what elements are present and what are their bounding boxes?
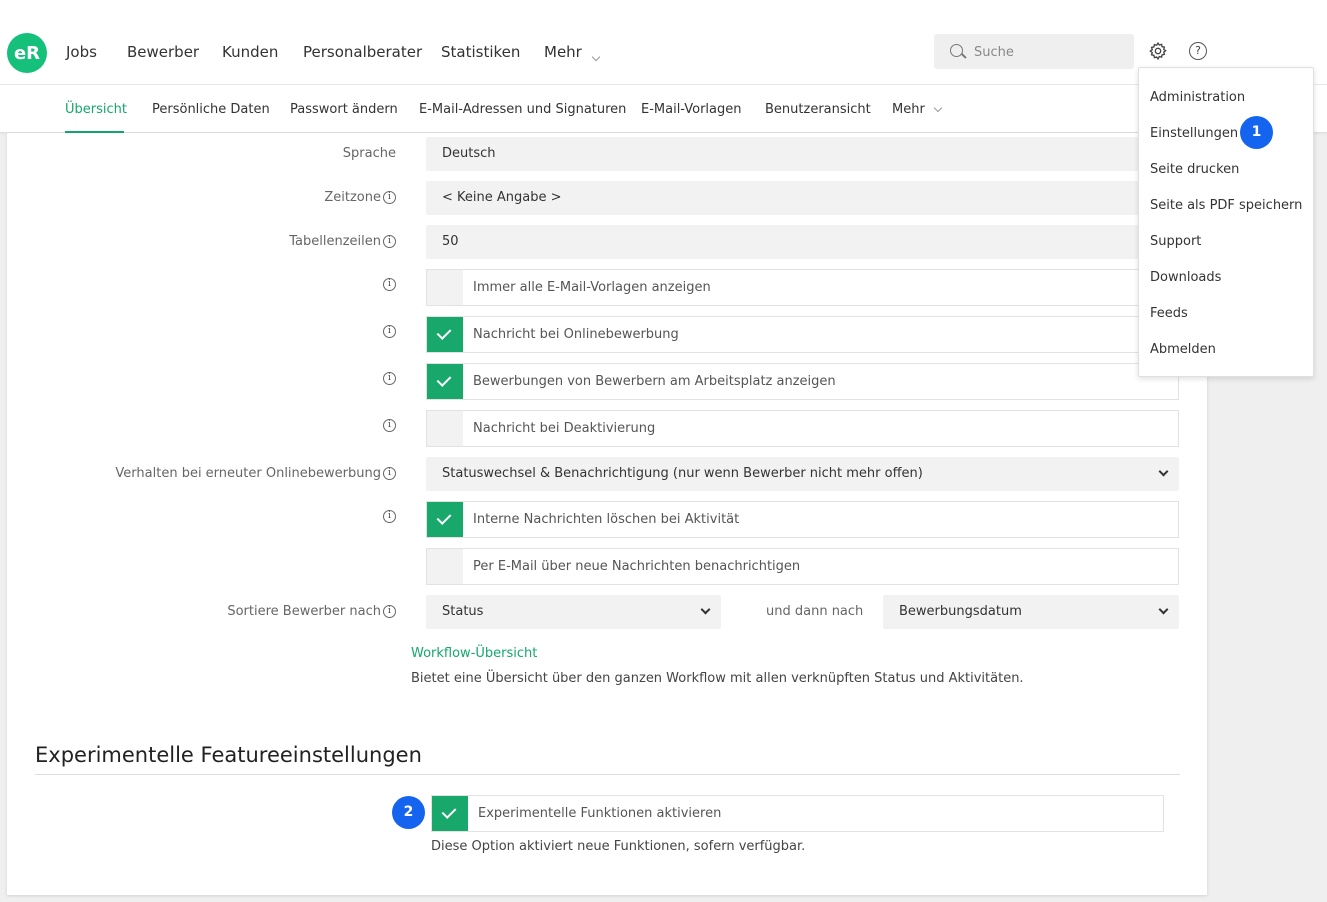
checkbox[interactable] bbox=[427, 549, 463, 584]
zeitzone-select[interactable]: < Keine Angabe > bbox=[426, 181, 1179, 215]
section-title: Experimentelle Featureeinstellungen bbox=[35, 743, 422, 767]
verhalten-label: Verhalten bei erneuter Onlinebewerbung i bbox=[115, 466, 396, 481]
checkbox-label: Experimentelle Funktionen aktivieren bbox=[478, 806, 722, 821]
tabellenzeilen-label: Tabellenzeilen i bbox=[289, 234, 396, 249]
chevron-down-icon bbox=[1158, 466, 1169, 477]
nav-statistiken[interactable]: Statistiken bbox=[441, 43, 520, 61]
chevron-down-icon[interactable] bbox=[591, 46, 601, 64]
help-icon[interactable]: ? bbox=[1189, 42, 1207, 60]
nav-mehr[interactable]: Mehr bbox=[544, 43, 582, 61]
zeitzone-label: Zeitzone i bbox=[324, 190, 396, 205]
info-icon[interactable]: i bbox=[383, 419, 396, 432]
checkbox-label: Nachricht bei Onlinebewerbung bbox=[473, 327, 679, 342]
info-icon[interactable]: i bbox=[383, 510, 396, 523]
checkbox[interactable] bbox=[427, 364, 463, 399]
tab-passwort-aendern[interactable]: Passwort ändern bbox=[290, 102, 398, 117]
search-box[interactable] bbox=[934, 34, 1134, 69]
search-input[interactable] bbox=[974, 42, 1124, 62]
checkbox-label: Nachricht bei Deaktivierung bbox=[473, 421, 656, 436]
checkbox-row-email-vorlagen[interactable]: Immer alle E-Mail-Vorlagen anzeigen bbox=[426, 269, 1179, 306]
workflow-description: Bietet eine Übersicht über den ganzen Wo… bbox=[411, 671, 1024, 686]
step-badge-1: 1 bbox=[1240, 116, 1273, 149]
sprache-label: Sprache bbox=[342, 146, 396, 161]
section-divider bbox=[35, 774, 1180, 775]
workflow-link[interactable]: Workflow-Übersicht bbox=[411, 646, 537, 661]
sub-navigation: Übersicht Persönliche Daten Passwort änd… bbox=[0, 85, 1327, 133]
settings-card: Sprache Deutsch Zeitzone i < Keine Angabe… bbox=[7, 133, 1207, 895]
checkbox-row-email-benachrichtigen[interactable]: Per E-Mail über neue Nachrichten benachr… bbox=[426, 548, 1179, 585]
chevron-down-icon[interactable] bbox=[933, 100, 943, 115]
tab-email-adressen[interactable]: E-Mail-Adressen und Signaturen bbox=[419, 102, 626, 117]
info-icon[interactable]: i bbox=[383, 278, 396, 291]
menu-item-support[interactable]: Support bbox=[1150, 234, 1201, 249]
menu-item-einstellungen[interactable]: Einstellungen bbox=[1150, 126, 1238, 141]
chevron-down-icon bbox=[1158, 604, 1169, 615]
verhalten-select[interactable]: Statuswechsel & Benachrichtigung (nur we… bbox=[426, 457, 1179, 491]
checkbox-label: Per E-Mail über neue Nachrichten benachr… bbox=[473, 559, 801, 574]
info-icon[interactable]: i bbox=[383, 372, 396, 385]
nav-personalberater[interactable]: Personalberater bbox=[303, 43, 422, 61]
checkbox[interactable] bbox=[427, 502, 463, 537]
checkbox-row-arbeitsplatz[interactable]: Bewerbungen von Bewerbern am Arbeitsplat… bbox=[426, 363, 1179, 400]
sortiere-label: Sortiere Bewerber nach i bbox=[227, 604, 396, 619]
checkbox-row-onlinebewerbung[interactable]: Nachricht bei Onlinebewerbung bbox=[426, 316, 1179, 353]
search-icon bbox=[950, 44, 963, 57]
tab-persoenliche-daten[interactable]: Persönliche Daten bbox=[152, 102, 270, 117]
chevron-down-icon bbox=[700, 604, 711, 615]
checkbox-row-deaktivierung[interactable]: Nachricht bei Deaktivierung bbox=[426, 410, 1179, 447]
top-navigation: eR Jobs Bewerber Kunden Personalberater … bbox=[0, 0, 1327, 85]
info-icon[interactable]: i bbox=[383, 605, 396, 618]
gear-icon[interactable] bbox=[1148, 41, 1168, 61]
tab-mehr[interactable]: Mehr bbox=[892, 102, 925, 117]
nav-bewerber[interactable]: Bewerber bbox=[127, 43, 199, 61]
nav-kunden[interactable]: Kunden bbox=[222, 43, 278, 61]
checkbox[interactable] bbox=[427, 411, 463, 446]
info-icon[interactable]: i bbox=[383, 325, 396, 338]
checkbox[interactable] bbox=[427, 317, 463, 352]
tabellenzeilen-input[interactable]: 50 bbox=[426, 225, 1179, 259]
menu-item-abmelden[interactable]: Abmelden bbox=[1150, 342, 1216, 357]
info-icon[interactable]: i bbox=[383, 191, 396, 204]
verhalten-value: Statuswechsel & Benachrichtigung (nur we… bbox=[442, 466, 923, 481]
settings-dropdown-menu: Administration Einstellungen Seite druck… bbox=[1138, 67, 1314, 377]
checkbox-label: Interne Nachrichten löschen bei Aktivitä… bbox=[473, 512, 740, 527]
tab-email-vorlagen[interactable]: E-Mail-Vorlagen bbox=[641, 102, 742, 117]
tab-uebersicht[interactable]: Übersicht bbox=[65, 102, 127, 117]
menu-item-feeds[interactable]: Feeds bbox=[1150, 306, 1188, 321]
checkbox-row-experimental[interactable]: Experimentelle Funktionen aktivieren bbox=[431, 795, 1164, 832]
app-logo[interactable]: eR bbox=[7, 33, 47, 73]
experimental-description: Diese Option aktiviert neue Funktionen, … bbox=[431, 839, 806, 854]
nav-jobs[interactable]: Jobs bbox=[66, 43, 97, 61]
sprache-select[interactable]: Deutsch bbox=[426, 137, 1179, 171]
menu-item-administration[interactable]: Administration bbox=[1150, 90, 1245, 105]
und-dann-value: Bewerbungsdatum bbox=[899, 604, 1022, 619]
sortiere-value: Status bbox=[442, 604, 484, 619]
checkbox[interactable] bbox=[427, 270, 463, 305]
checkbox-row-interne-nachrichten[interactable]: Interne Nachrichten löschen bei Aktivitä… bbox=[426, 501, 1179, 538]
und-dann-select[interactable]: Bewerbungsdatum bbox=[883, 595, 1179, 629]
info-icon[interactable]: i bbox=[383, 467, 396, 480]
menu-item-pdf-speichern[interactable]: Seite als PDF speichern bbox=[1150, 198, 1302, 213]
checkbox[interactable] bbox=[432, 796, 468, 831]
sortiere-select[interactable]: Status bbox=[426, 595, 721, 629]
info-icon[interactable]: i bbox=[383, 235, 396, 248]
checkbox-label: Immer alle E-Mail-Vorlagen anzeigen bbox=[473, 280, 711, 295]
menu-item-seite-drucken[interactable]: Seite drucken bbox=[1150, 162, 1239, 177]
tab-benutzeransicht[interactable]: Benutzeransicht bbox=[765, 102, 871, 117]
checkbox-label: Bewerbungen von Bewerbern am Arbeitsplat… bbox=[473, 374, 836, 389]
und-dann-label: und dann nach bbox=[766, 604, 864, 619]
step-badge-2: 2 bbox=[392, 796, 425, 829]
menu-item-downloads[interactable]: Downloads bbox=[1150, 270, 1221, 285]
